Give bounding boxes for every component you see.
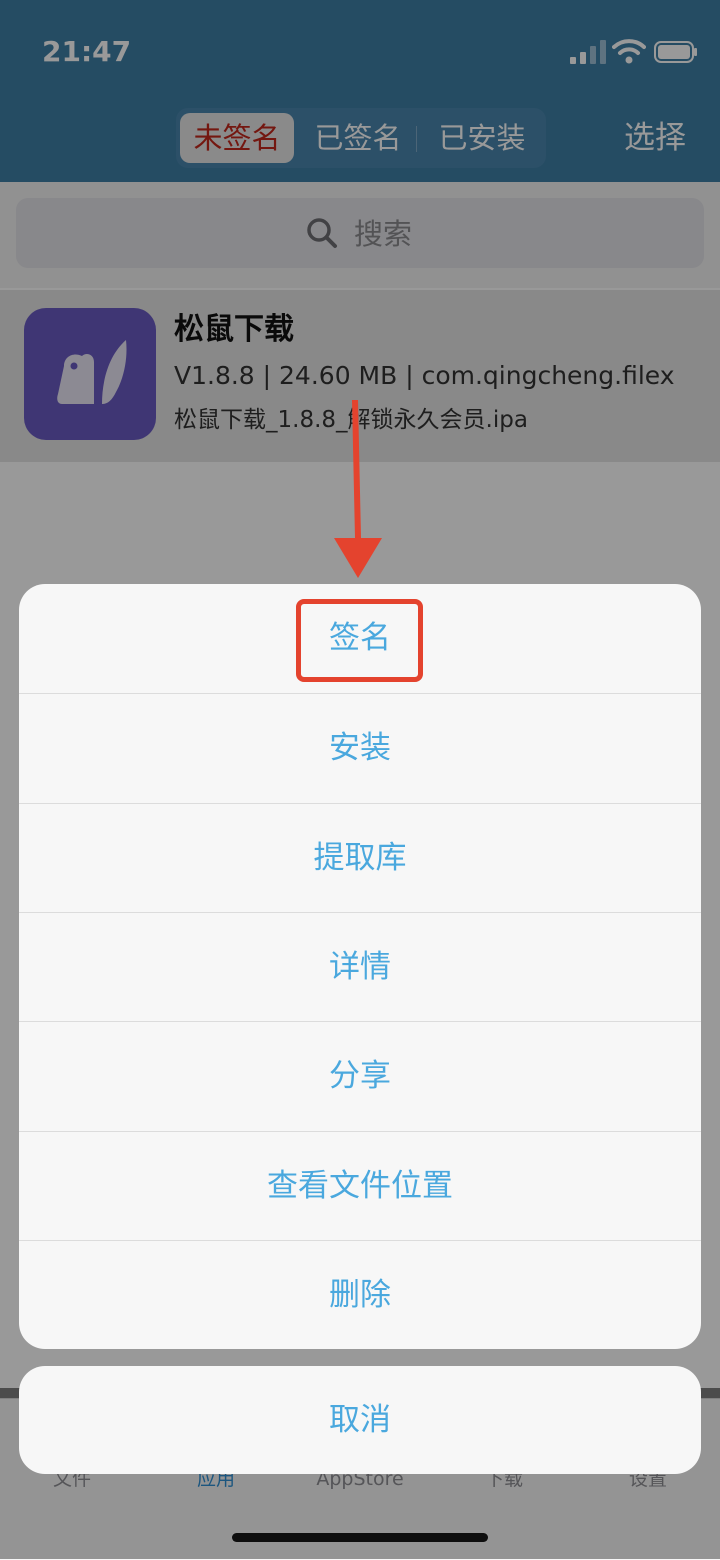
action-extract-library[interactable]: 提取库 xyxy=(19,804,701,913)
cancel-sheet: 取消 xyxy=(19,1366,701,1474)
action-install[interactable]: 安装 xyxy=(19,694,701,803)
action-show-file-location[interactable]: 查看文件位置 xyxy=(19,1132,701,1241)
action-details[interactable]: 详情 xyxy=(19,913,701,1022)
cancel-button[interactable]: 取消 xyxy=(19,1366,701,1474)
home-indicator xyxy=(232,1533,488,1542)
action-sheet: 签名 安装 提取库 详情 分享 查看文件位置 删除 xyxy=(19,584,701,1349)
action-delete[interactable]: 删除 xyxy=(19,1241,701,1349)
annotation-highlight-box xyxy=(296,599,423,682)
annotation-arrow-icon xyxy=(334,400,382,578)
action-share[interactable]: 分享 xyxy=(19,1022,701,1131)
